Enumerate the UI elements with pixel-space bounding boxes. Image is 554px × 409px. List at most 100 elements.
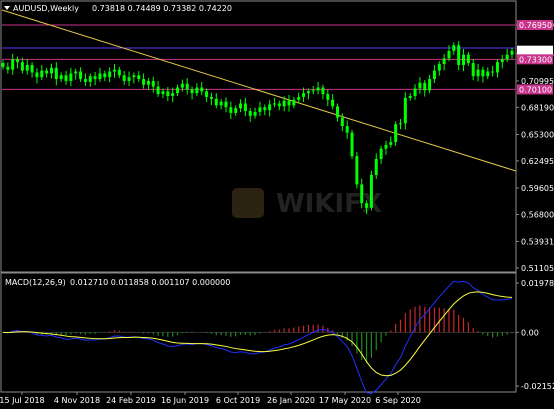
candle-body [205,91,209,97]
candle-body [413,88,417,96]
candle-body [437,64,441,71]
candle-body [408,95,412,98]
candle-body [54,67,58,80]
date-tick-label: 4 Nov 2018 [54,396,100,405]
date-tick-label: 26 Jan 2020 [267,396,315,405]
chart-ohlc-values: 0.73818 0.74489 0.73382 0.74220 [92,4,232,13]
candle-body [355,156,359,185]
candle-body [117,69,121,76]
candle-body [491,71,495,73]
candle-body [156,86,160,95]
candle-body [272,103,276,105]
chart-canvas[interactable]: WIKIFX 0.51105 0.53931 0.56800 0.59605 0.624… [0,0,554,409]
candle-body [176,87,180,94]
price-tick-label: 0.65300 [521,131,554,140]
chart-symbol-label: AUDUSD,Weekly [13,4,79,13]
candle-body [331,99,335,107]
price-tick-label: 0.53931 [521,237,554,246]
candle-body [108,71,112,78]
candle-body [258,107,262,112]
candle-body [418,82,422,89]
price-tick-label: 0.68190 [521,103,554,112]
candle-body [335,106,339,118]
macd-histogram [7,305,513,364]
macd-tick-label: 0.00 [521,328,539,337]
candle-body [505,54,509,60]
horizontal-price-lines [2,24,515,90]
date-tick-label: 17 May 2020 [319,396,371,405]
candle-body [350,132,354,157]
candle-body [248,111,252,116]
candle-body [30,64,34,73]
candle-body [374,158,378,175]
candle-body [466,54,470,64]
candle-body [166,91,170,96]
candle-body [214,98,218,106]
candle-body [1,63,5,67]
candle-body [282,100,286,107]
candle-body [151,80,155,87]
candle-body [476,69,480,77]
candle-body [16,59,20,63]
date-tick-label: 16 Jun 2019 [161,396,209,405]
candle-body [93,76,97,80]
candle-body [49,67,53,74]
candle-body [471,63,475,77]
candle-body [161,91,165,95]
price-tick-label: 0.59605 [521,184,554,193]
candle-body [69,73,73,81]
candle-body [384,144,388,149]
candle-body [239,103,243,109]
candle-body [98,73,102,80]
wikifx-watermark: WIKIFX [232,188,382,219]
candle-body [137,75,141,80]
candle-body [447,50,451,59]
macd-tick-label: -0.021529 [521,382,554,391]
macd-axis: 0.019782 0.00 -0.021529 [516,279,554,391]
candle-body [292,99,296,106]
candle-body [326,94,330,100]
candle-body [486,71,490,77]
candle-body [200,87,204,92]
candle-body [268,104,272,111]
candle-body [112,69,116,72]
trendline[interactable] [1,9,517,172]
candle-body [6,66,10,70]
candle-body [219,101,223,106]
candle-body [306,91,310,94]
date-tick-label: 6 Sep 2020 [375,396,421,405]
candle-body [345,126,349,133]
mt4-chart-window[interactable]: WIKIFX 0.51105 0.53931 0.56800 0.59605 0.624… [0,0,554,409]
candle-body [302,93,306,97]
candle-body [481,69,485,77]
candle-body [25,64,29,71]
candle-body [365,203,369,208]
candle-body [442,58,446,65]
macd-indicator-values: 0.012710 0.011858 0.001107 0.000000 [70,278,230,287]
dropdown-triangle-icon[interactable] [4,6,10,10]
price-tick-label: 0.51105 [521,264,554,273]
candle-body [142,79,146,85]
price-level-tag-text: 0.74220 [519,47,552,56]
candle-body [452,45,456,51]
candle-body [229,107,233,113]
date-axis: 15 Jul 2018 4 Nov 2018 24 Feb 2019 16 Jun 2… [0,392,421,405]
date-tick-label: 15 Jul 2018 [0,396,45,405]
candle-body [127,77,131,81]
price-level-tag-text: 0.73300 [519,55,552,64]
candle-body [321,87,325,95]
candle-body [190,89,194,94]
price-tick-label: 0.56800 [521,210,554,219]
candle-body [423,82,427,91]
candle-body [379,148,383,159]
candle-body [195,87,199,94]
candle-body [495,62,499,73]
macd-tick-label: 0.019782 [521,279,554,288]
candle-body [79,71,83,80]
candle-body [432,70,436,80]
candle-body [340,117,344,127]
candle-body [297,96,301,100]
watermark-logo-icon [232,188,264,218]
candle-body [146,80,150,85]
candle-body [263,107,267,111]
